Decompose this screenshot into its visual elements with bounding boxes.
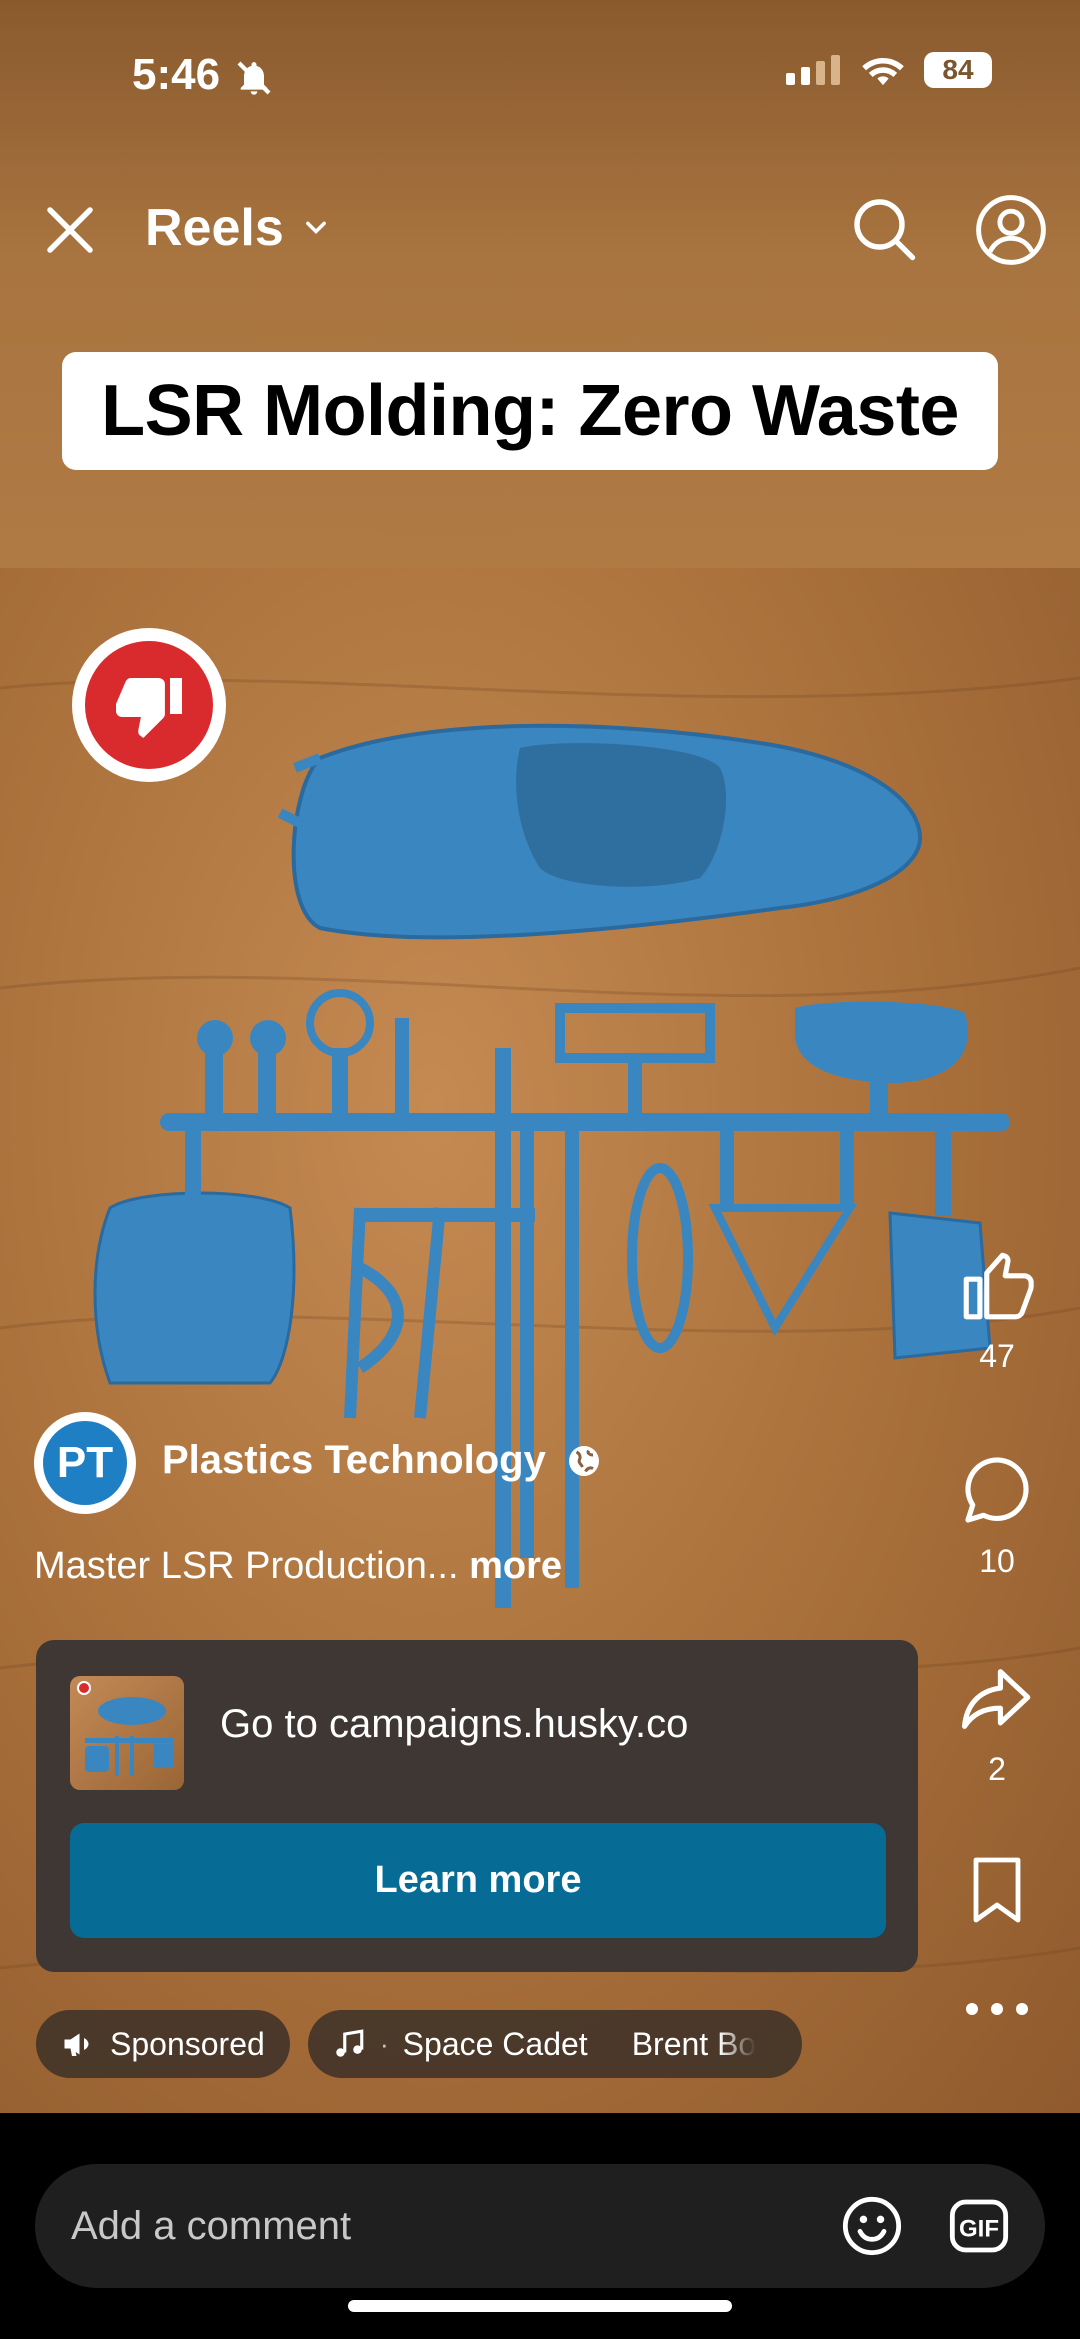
globe-icon <box>568 1445 599 1476</box>
more-dots-icon <box>966 2003 1028 2015</box>
sponsored-label[interactable]: Sponsored <box>36 2010 290 2078</box>
comment-count: 10 <box>979 1543 1015 1579</box>
sponsored-text: Sponsored <box>110 2025 265 2062</box>
mute-bell-icon <box>237 61 271 95</box>
music-note-icon <box>336 2029 364 2057</box>
dislike-badge <box>72 628 226 782</box>
reels-title: Reels <box>145 199 284 257</box>
share-arrow-icon <box>961 1669 1031 1729</box>
learn-more-button[interactable]: Learn more <box>70 1823 886 1938</box>
comment-input[interactable]: Add a comment <box>71 2204 351 2249</box>
thumbs-down-icon <box>85 641 213 769</box>
share-button[interactable]: 2 <box>952 1658 1042 1788</box>
search-icon[interactable] <box>848 193 920 265</box>
signal-icon <box>786 55 840 85</box>
comment-bar[interactable]: Add a comment GIF <box>35 2164 1045 2288</box>
battery-indicator: 84 <box>924 52 992 88</box>
comment-bubble-icon <box>965 1457 1029 1523</box>
author-link[interactable]: Plastics Technology <box>162 1438 602 1483</box>
caption-text: Master LSR Production... <box>34 1545 459 1587</box>
thumbs-up-icon <box>963 1252 1034 1320</box>
like-button[interactable]: 47 <box>952 1245 1042 1375</box>
status-time: 5:46 <box>132 50 221 99</box>
song-title: Space Cadet <box>402 2025 588 2062</box>
share-count: 2 <box>988 1751 1006 1787</box>
author-name: Plastics Technology <box>162 1438 546 1482</box>
bookmark-icon <box>973 1857 1021 1923</box>
svg-text:GIF: GIF <box>959 2216 999 2243</box>
like-count: 47 <box>979 1338 1015 1374</box>
wifi-icon <box>862 57 904 86</box>
author-avatar[interactable]: PT <box>34 1412 136 1514</box>
ad-link-text: Go to campaigns.husky.co <box>220 1702 689 1746</box>
ad-thumbnail <box>70 1676 184 1790</box>
avatar-initials: PT <box>43 1421 127 1505</box>
reel-overlay-title: LSR Molding: Zero Waste <box>62 352 998 470</box>
music-separator: · <box>380 2028 389 2059</box>
caption-more-link[interactable]: more <box>469 1545 562 1587</box>
home-indicator <box>348 2300 732 2312</box>
caption[interactable]: Master LSR Production... more <box>34 1545 562 1588</box>
gif-icon[interactable]: GIF <box>947 2194 1011 2258</box>
close-icon[interactable] <box>40 200 100 260</box>
status-icons: 84 <box>786 52 992 88</box>
music-info[interactable]: · Space Cadet Brent Bo <box>308 2010 802 2078</box>
save-button[interactable] <box>952 1850 1042 1935</box>
profile-icon[interactable] <box>974 193 1048 267</box>
emoji-icon[interactable] <box>840 2194 904 2258</box>
chevron-down-icon <box>305 221 326 234</box>
ad-thumbnail-image <box>77 1681 174 1776</box>
artist-name: Brent Bo <box>631 2025 757 2062</box>
reels-dropdown[interactable]: Reels <box>145 198 330 258</box>
more-options-button[interactable] <box>952 2000 1042 2023</box>
comment-button[interactable]: 10 <box>952 1450 1042 1580</box>
megaphone-icon <box>64 2033 89 2056</box>
ad-card[interactable]: Go to campaigns.husky.co Learn more <box>36 1640 918 1972</box>
